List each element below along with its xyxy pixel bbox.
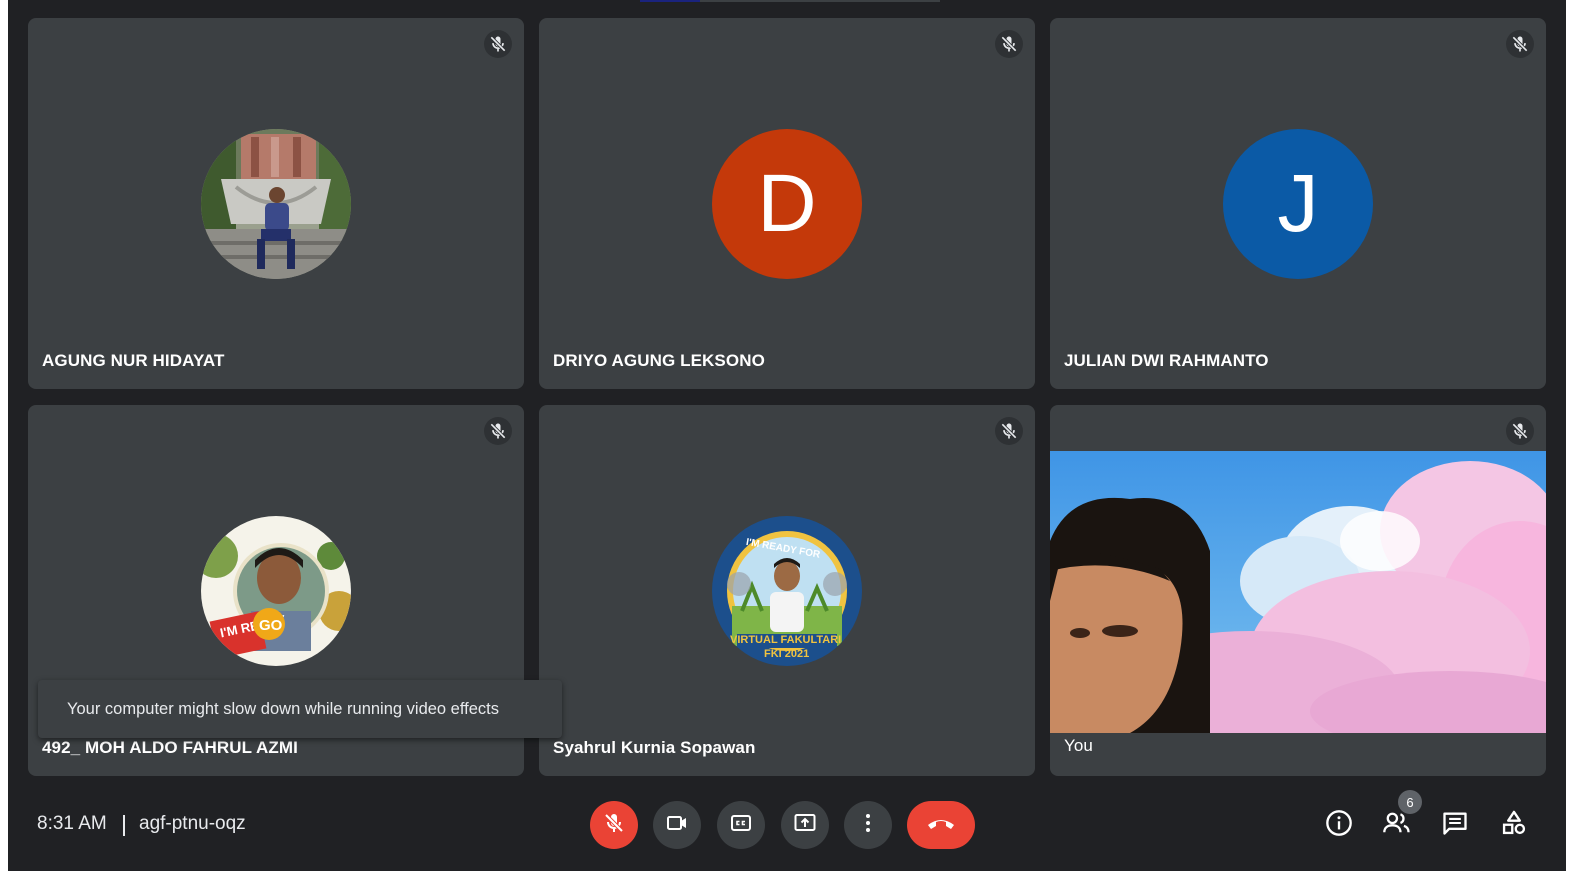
self-video-tile[interactable]: You	[1050, 405, 1546, 776]
info-icon	[1325, 809, 1353, 842]
mic-off-icon	[995, 30, 1023, 58]
mic-off-icon	[484, 417, 512, 445]
participant-tile[interactable]: D DRIYO AGUNG LEKSONO	[539, 18, 1035, 389]
video-effects-toast: Your computer might slow down while runn…	[38, 680, 562, 738]
participant-name: AGUNG NUR HIDAYAT	[42, 351, 225, 370]
present-screen-icon	[793, 811, 817, 840]
mic-off-icon	[602, 811, 626, 840]
more-options-button[interactable]	[844, 801, 892, 849]
activities-button[interactable]	[1497, 808, 1531, 842]
participant-count-badge: 6	[1398, 790, 1422, 814]
closed-captions-icon	[729, 811, 753, 840]
mic-off-icon	[484, 30, 512, 58]
self-video-feed	[1050, 451, 1546, 733]
participant-tile[interactable]: J JULIAN DWI RAHMANTO	[1050, 18, 1546, 389]
present-now-button[interactable]	[781, 801, 829, 849]
activities-icon	[1500, 809, 1528, 842]
mic-off-icon	[1506, 30, 1534, 58]
more-options-icon	[856, 811, 880, 840]
participant-avatar-photo	[201, 129, 351, 279]
mic-off-icon	[995, 417, 1023, 445]
chat-icon	[1441, 809, 1469, 842]
participant-name: You	[1064, 736, 1093, 755]
toast-message: Your computer might slow down while runn…	[67, 699, 499, 718]
avatar-caption-text: VIRTUAL FAKULTARI	[730, 634, 841, 646]
participant-name: Syahrul Kurnia Sopawan	[553, 738, 756, 757]
participant-avatar-photo: I'M READY GO	[201, 516, 351, 666]
participant-avatar-letter: J	[1223, 129, 1373, 279]
bottom-bar-divider	[123, 815, 125, 836]
toggle-camera-button[interactable]	[653, 801, 701, 849]
participant-avatar-letter: D	[712, 129, 862, 279]
chat-button[interactable]	[1438, 808, 1472, 842]
captions-button[interactable]	[717, 801, 765, 849]
participant-name: 492_ MOH ALDO FAHRUL AZMI	[42, 738, 298, 757]
avatar-badge-text: GO	[259, 617, 283, 634]
toggle-microphone-button[interactable]	[590, 801, 638, 849]
participant-tile[interactable]: I'M READY FOR VIRTUAL FAKULTARI FKI 2021…	[539, 405, 1035, 776]
meeting-details-button[interactable]	[1322, 808, 1356, 842]
leave-call-button[interactable]	[907, 801, 975, 849]
mic-off-icon	[1506, 417, 1534, 445]
hang-up-icon	[925, 811, 957, 840]
meeting-code: agf-ptnu-oqz	[139, 813, 246, 834]
participant-tile[interactable]: AGUNG NUR HIDAYAT	[28, 18, 524, 389]
participant-avatar-photo: I'M READY FOR VIRTUAL FAKULTARI FKI 2021	[712, 516, 862, 666]
video-camera-icon	[665, 811, 689, 840]
participant-name: DRIYO AGUNG LEKSONO	[553, 351, 765, 370]
participant-name: JULIAN DWI RAHMANTO	[1064, 351, 1269, 370]
avatar-caption-text: FKI 2021	[764, 648, 809, 660]
meeting-clock: 8:31 AM	[37, 813, 107, 834]
top-progress-indicator	[640, 0, 940, 2]
meet-stage: AGUNG NUR HIDAYAT D DRIYO AGUNG LEKSONO …	[8, 0, 1566, 871]
